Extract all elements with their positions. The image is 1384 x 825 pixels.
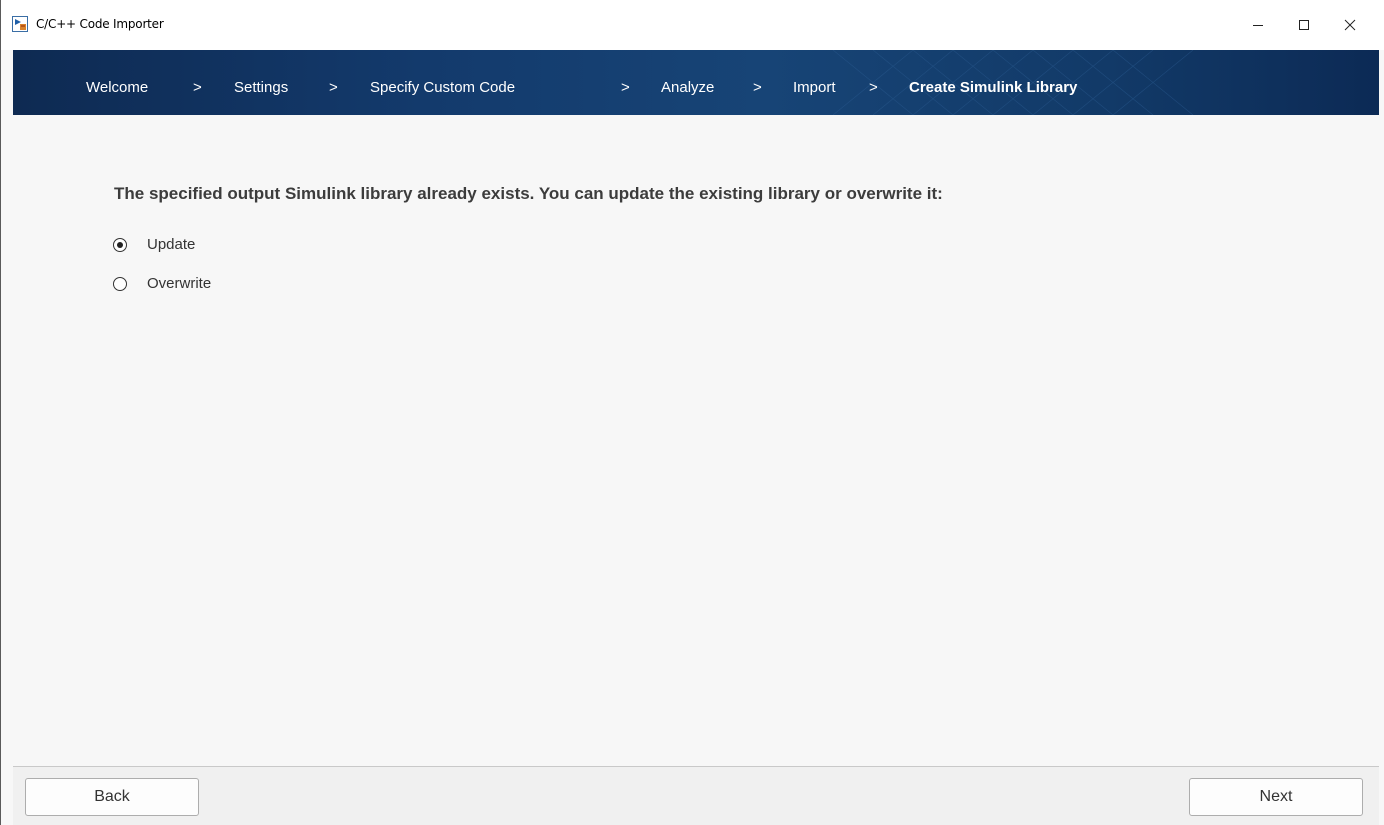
breadcrumb-step-analyze: Analyze (661, 79, 715, 96)
footer-bar: Back Next (13, 766, 1379, 825)
breadcrumb-separator: > (621, 79, 630, 96)
importer-window: C/C++ Code Importer Welcome > Settings >… (0, 0, 1384, 825)
breadcrumb-step-create-simulink-library: Create Simulink Library (909, 79, 1078, 96)
breadcrumb-separator: > (193, 79, 202, 96)
overwrite-radio[interactable] (113, 276, 127, 291)
breadcrumb-step-settings: Settings (234, 79, 289, 96)
title-bar: C/C++ Code Importer (1, 0, 1384, 50)
main-content: The specified output Simulink library al… (13, 115, 1379, 766)
breadcrumb-step-import: Import (793, 79, 836, 96)
breadcrumb-separator: > (869, 79, 878, 96)
back-button[interactable]: Back (25, 778, 199, 816)
breadcrumb-separator: > (753, 79, 762, 96)
close-button[interactable] (1327, 8, 1373, 42)
update-radio[interactable] (113, 237, 127, 252)
minimize-button[interactable] (1235, 8, 1281, 42)
breadcrumb-step-welcome: Welcome (86, 79, 149, 96)
minimize-icon (1253, 25, 1263, 26)
overwrite-option[interactable]: Overwrite (113, 275, 211, 292)
page-question: The specified output Simulink library al… (114, 184, 943, 203)
update-label: Update (147, 236, 196, 253)
close-icon (1344, 19, 1356, 31)
breadcrumb-step-specify-custom-code: Specify Custom Code (370, 79, 516, 96)
simulink-app-icon (12, 16, 28, 32)
overwrite-label: Overwrite (147, 275, 212, 292)
update-option[interactable]: Update (113, 236, 195, 253)
maximize-button[interactable] (1281, 8, 1327, 42)
breadcrumb-separator: > (329, 79, 338, 96)
next-button[interactable]: Next (1189, 778, 1363, 816)
breadcrumb: Welcome > Settings > Specify Custom Code… (13, 50, 1379, 115)
window-title: C/C++ Code Importer (36, 17, 164, 31)
maximize-icon (1299, 20, 1309, 30)
